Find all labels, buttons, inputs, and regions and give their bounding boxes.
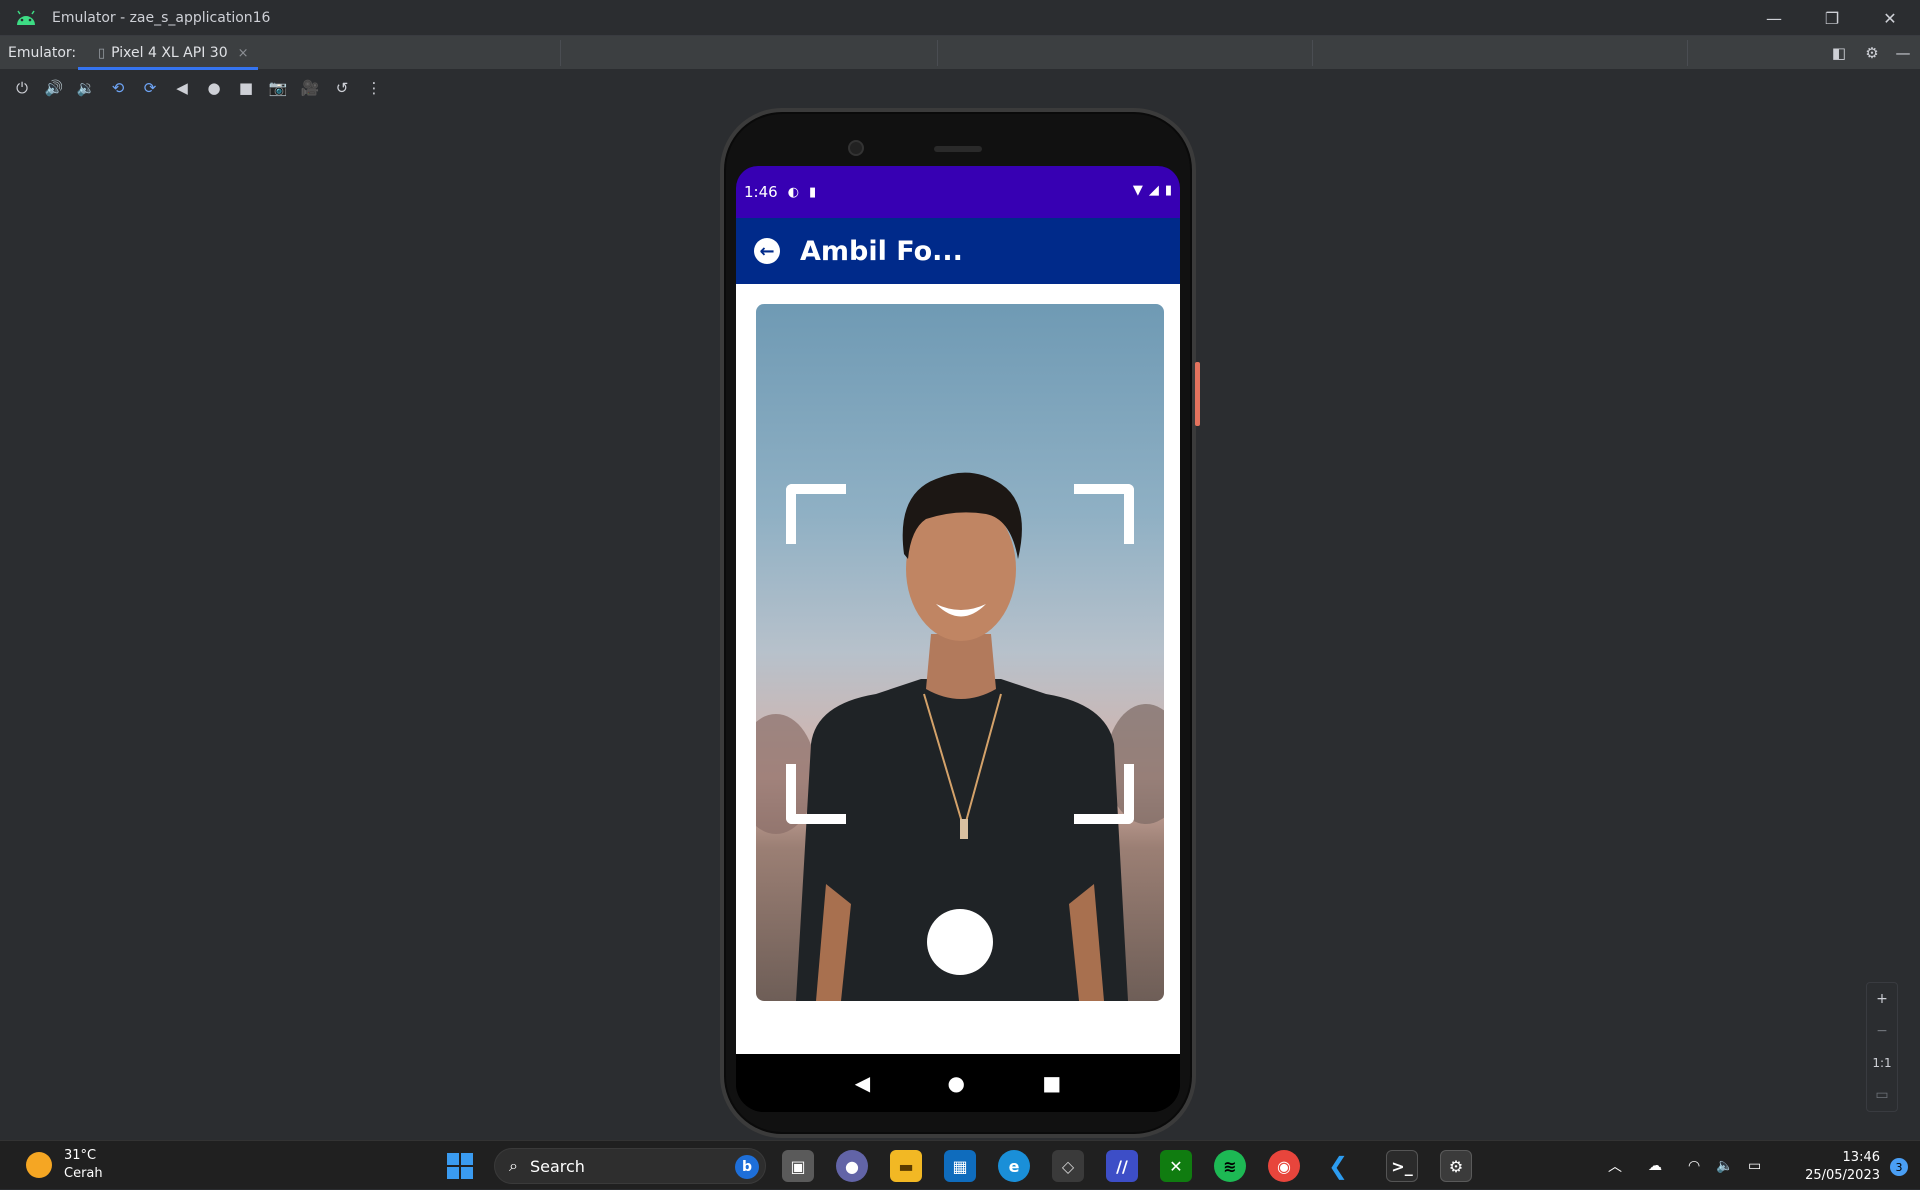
edge-icon[interactable]: e [998,1150,1030,1182]
restore-button[interactable]: ❐ [1804,0,1860,36]
task-view-icon[interactable]: ▣ [782,1150,814,1182]
nav-back-icon[interactable]: ◀ [855,1071,870,1095]
app-notification-icon: ◐ [787,184,800,200]
phone-frame: 1:46 ◐ ▮ ▼ ◢ ▮ ← Ambil Fo... ◀ ● ■ [720,108,1200,1138]
tab-divider [560,40,561,66]
gear-icon[interactable]: ⚙ [1857,36,1887,70]
focus-bracket-top-right [1074,484,1134,544]
close-button[interactable]: ✕ [1862,0,1918,36]
focus-bracket-bottom-left [786,764,846,824]
weather-desc: Cerah [64,1166,103,1181]
emulator-toolbar: ⏻ 🔊 🔉 ⟲ ⟳ ◀ ● ■ 📷 🎥 ↺ ⋮ [0,70,1920,106]
clock-time: 13:46 [1842,1150,1880,1165]
home-icon[interactable]: ● [198,74,230,102]
title-bar: Emulator - zae_s_application16 — ❐ ✕ [0,0,1920,36]
camera-icon[interactable]: 📷 [262,74,294,102]
front-camera [848,140,864,156]
video-icon[interactable]: 🎥 [294,74,326,102]
status-bar: 1:46 ◐ ▮ ▼ ◢ ▮ [736,166,1180,218]
snapshot-icon[interactable]: ↺ [326,74,358,102]
focus-bracket-bottom-right [1074,764,1134,824]
system-clock[interactable]: 13:46 25/05/2023 [1805,1149,1880,1185]
zoom-in-button[interactable]: + [1876,983,1888,1015]
volume-tray-icon[interactable]: 🔈 [1716,1141,1733,1190]
shutter-button[interactable] [927,909,993,975]
xbox-icon[interactable]: ✕ [1160,1150,1192,1182]
bing-icon[interactable]: b [735,1155,759,1179]
volume-down-icon[interactable]: 🔉 [70,74,102,102]
volume-up-icon[interactable]: 🔊 [38,74,70,102]
sd-card-icon: ▮ [809,184,817,200]
status-time: 1:46 [744,183,778,201]
wifi-icon: ▼ [1132,183,1143,198]
minimize-button[interactable]: — [1746,0,1802,36]
camera-preview [756,304,1164,1001]
teams-chat-icon[interactable]: ● [836,1150,868,1182]
window-title: Emulator - zae_s_application16 [52,9,271,26]
focus-bracket-top-left [786,484,846,544]
layout-icon[interactable]: ◧ [1824,36,1854,70]
tab-divider [1687,40,1688,66]
back-icon[interactable]: ◀ [166,74,198,102]
notification-badge[interactable]: 3 [1890,1158,1908,1176]
onedrive-icon[interactable]: ☁ [1648,1141,1662,1190]
tab-pixel-4-xl[interactable]: ▯ Pixel 4 XL API 30 × [78,36,258,70]
zoom-actual-size-button[interactable]: 1:1 [1872,1047,1891,1079]
search-icon: ⌕ [509,1156,518,1175]
fit-screen-icon[interactable]: ▭ [1875,1079,1888,1111]
overview-icon[interactable]: ■ [230,74,262,102]
windows-start-icon[interactable] [444,1150,476,1182]
person-photo [756,472,1164,1001]
android-icon [17,10,35,25]
rotate-left-icon[interactable]: ⟲ [102,74,134,102]
signal-icon: ◢ [1148,183,1159,198]
tab-bar: Emulator: ▯ Pixel 4 XL API 30 × ◧ ⚙ — [0,36,1920,70]
zoom-out-button[interactable]: − [1876,1015,1888,1047]
windows-taskbar: 31°C Cerah ⌕ Search b ▣ ● ▬ ▦ e ◇ // ✕ ≋… [0,1140,1920,1189]
unity-icon[interactable]: ◇ [1052,1150,1084,1182]
nav-home-icon[interactable]: ● [948,1071,965,1095]
weather-icon [26,1152,52,1178]
power-icon[interactable]: ⏻ [6,74,38,102]
zoom-controls: + − 1:1 ▭ [1866,982,1898,1112]
tab-divider [1312,40,1313,66]
weather-widget[interactable]: 31°C Cerah [26,1147,103,1183]
back-arrow-icon[interactable]: ← [754,238,780,264]
power-side-button[interactable] [1195,362,1200,426]
terminal-icon[interactable]: >_ [1386,1150,1418,1182]
android-nav-bar: ◀ ● ■ [736,1054,1180,1112]
more-icon[interactable]: ⋮ [358,74,390,102]
battery-tray-icon[interactable]: ▭ [1748,1141,1761,1190]
wifi-tray-icon[interactable]: ◠ [1688,1141,1700,1190]
app-bar: ← Ambil Fo... [736,218,1180,284]
vscode-icon[interactable]: ❮ [1322,1150,1354,1182]
nav-recents-icon[interactable]: ■ [1042,1071,1061,1095]
tab-divider [937,40,938,66]
microsoft-store-icon[interactable]: ▦ [944,1150,976,1182]
hide-panel-icon[interactable]: — [1888,36,1918,70]
show-hidden-icons-icon[interactable]: ︿ [1608,1141,1622,1190]
tab-label: Pixel 4 XL API 30 [111,45,228,61]
phone-screen: 1:46 ◐ ▮ ▼ ◢ ▮ ← Ambil Fo... ◀ ● ■ [736,166,1180,1112]
weather-temp: 31°C [64,1148,97,1163]
file-explorer-icon[interactable]: ▬ [890,1150,922,1182]
taskbar-search[interactable]: ⌕ Search b [494,1148,766,1184]
chrome-icon[interactable]: ◉ [1268,1150,1300,1182]
earpiece-speaker [934,146,982,152]
spotify-icon[interactable]: ≋ [1214,1150,1246,1182]
battery-icon: ▮ [1164,183,1172,198]
rotate-right-icon[interactable]: ⟳ [134,74,166,102]
search-placeholder: Search [529,1156,585,1176]
tab-close-icon[interactable]: × [238,46,249,61]
app-title: Ambil Fo... [800,235,963,267]
android-studio-project-icon[interactable]: // [1106,1150,1138,1182]
emulator-label: Emulator: [8,44,77,61]
camera-content [736,284,1180,1054]
android-studio-icon[interactable]: ⚙ [1440,1150,1472,1182]
device-icon: ▯ [98,45,106,61]
clock-date: 25/05/2023 [1805,1168,1880,1183]
